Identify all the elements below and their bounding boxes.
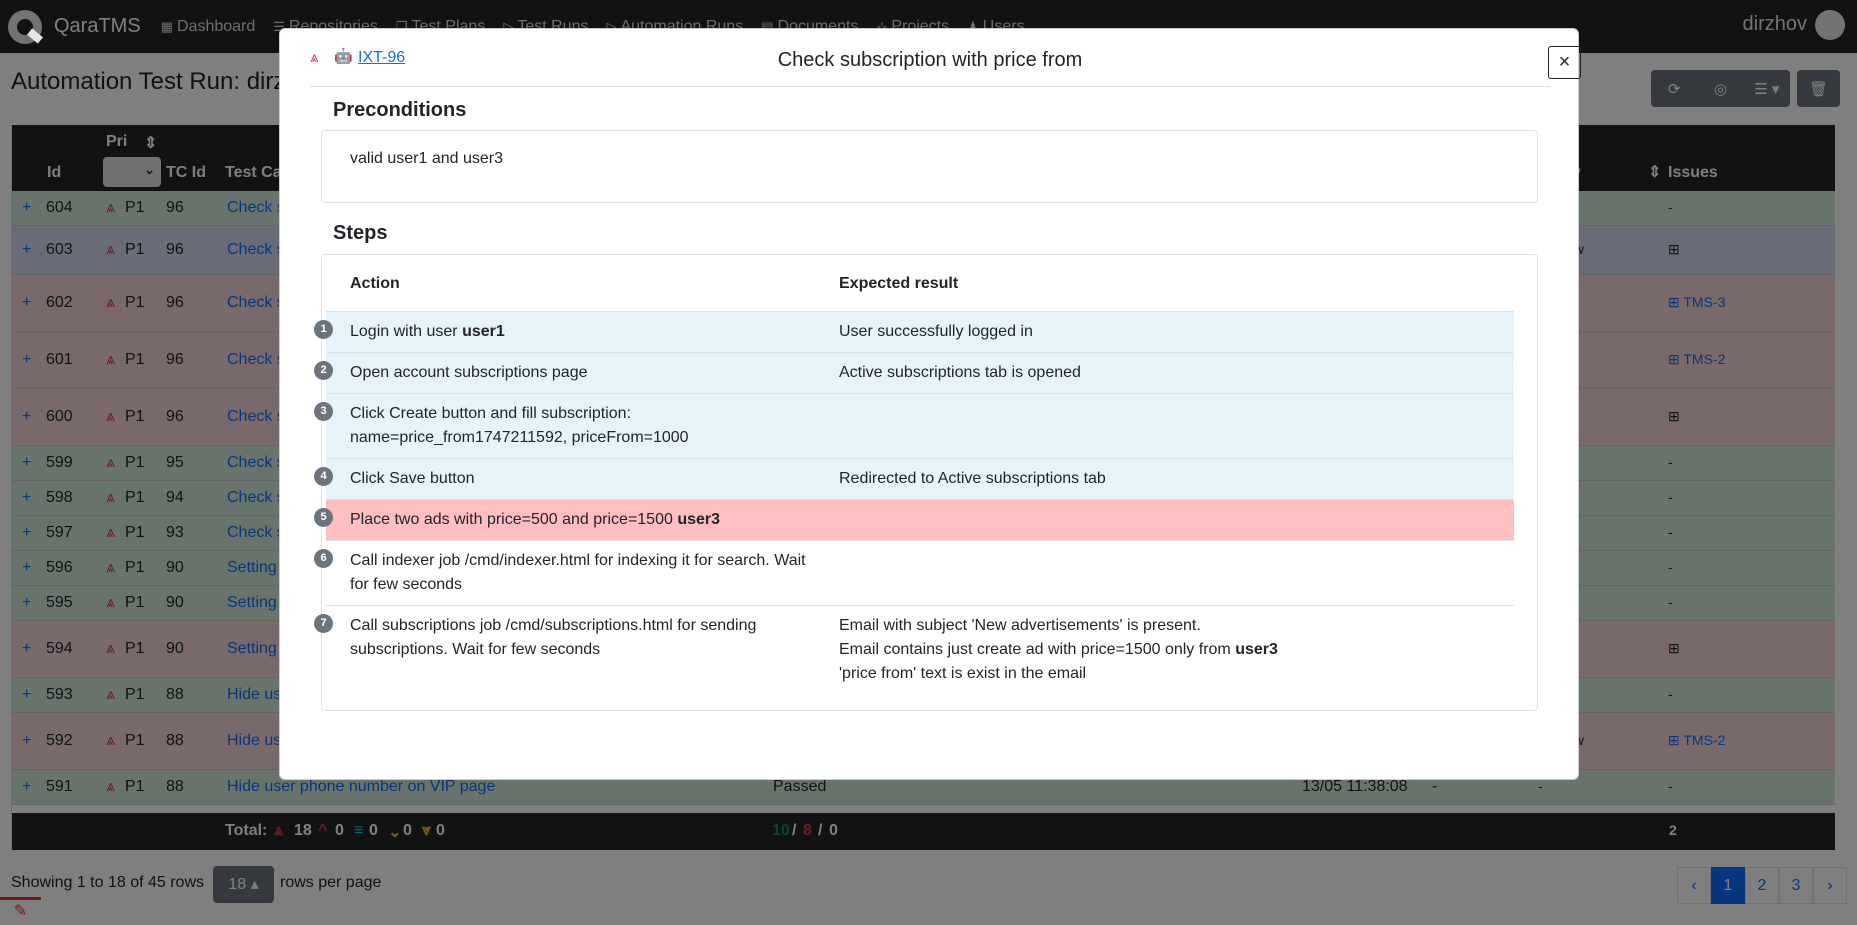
step-row: 6 Call indexer job /cmd/indexer.html for … [314, 540, 1514, 605]
step-expected: Active subscriptions tab is opened [839, 364, 1081, 381]
step-number-badge: 4 [314, 467, 333, 486]
step-action: Call subscriptions job /cmd/subscription… [350, 617, 757, 658]
step-expected-bold: user3 [1235, 641, 1278, 658]
preconditions-heading: Preconditions [333, 99, 467, 121]
test-case-key-link[interactable]: IXT-96 [358, 49, 405, 67]
steps-table: Action Expected result 1 Login with user … [314, 254, 1538, 711]
step-expected: User successfully logged in [839, 323, 1033, 340]
step-action: Place two ads with price=500 and price=1… [350, 511, 721, 528]
step-number-badge: 7 [314, 614, 333, 633]
step-row: 3 Click Create button and fill subscripti… [314, 393, 1514, 458]
step-expected: Redirected to Active subscriptions tab [839, 470, 1106, 487]
step-row: 1 Login with user user1 User successfully … [314, 311, 1514, 352]
steps-heading: Steps [333, 222, 388, 244]
modal-title: Check subscription with price from [777, 49, 1083, 71]
step-action-bold: user1 [462, 323, 505, 340]
action-column-header: Action [350, 275, 400, 292]
close-button[interactable]: × [1548, 46, 1581, 79]
modal-header: Check subscription with price from ⩓ 🤖 I… [310, 29, 1581, 87]
step-action-bold: user3 [677, 511, 721, 528]
robot-icon: 🤖 [334, 48, 353, 65]
step-action: Login with user user1 [350, 323, 505, 340]
step-number-badge: 3 [314, 402, 333, 421]
step-number-badge: 2 [314, 361, 333, 380]
step-action: Call indexer job /cmd/indexer.html for i… [350, 552, 806, 593]
step-action: Click Create button and fill subscriptio… [350, 405, 689, 446]
step-number-badge: 1 [314, 320, 333, 339]
step-row: 7 Call subscriptions job /cmd/subscriptio… [314, 605, 1514, 693]
priority-high-icon: ⩓ [310, 49, 319, 66]
step-row: 5 Place two ads with price=500 and price=… [314, 499, 1514, 540]
step-expected: Email with subject 'New advertisements' … [839, 617, 1278, 682]
step-number-badge: 5 [314, 508, 333, 527]
step-action: Open account subscriptions page [350, 364, 588, 381]
step-row: 2 Open account subscriptions page Active s… [314, 352, 1514, 393]
preconditions-text: valid user1 and user3 [350, 150, 503, 167]
test-case-modal: Check subscription with price from ⩓ 🤖 I… [279, 28, 1581, 780]
step-number-badge: 6 [314, 549, 333, 568]
step-row: 4 Click Save button Redirected to Active s… [314, 458, 1514, 499]
step-action: Click Save button [350, 470, 475, 487]
expected-column-header: Expected result [839, 275, 959, 292]
close-icon: × [1558, 51, 1571, 73]
preconditions-box: valid user1 and user3 [321, 130, 1538, 203]
